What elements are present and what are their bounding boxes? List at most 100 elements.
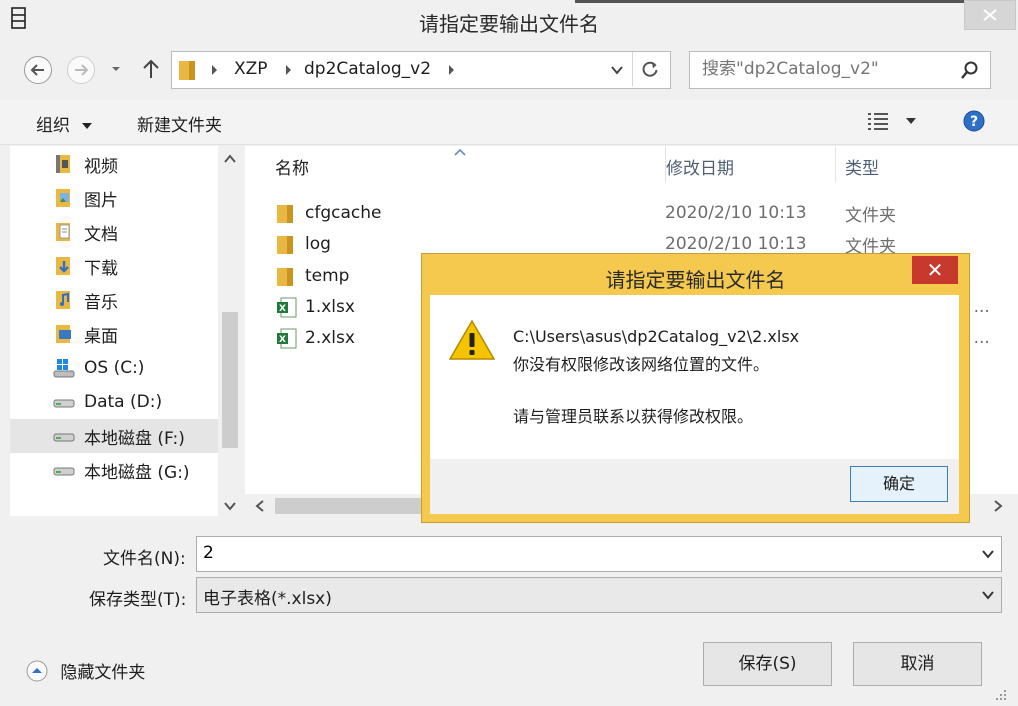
nav-item-music[interactable]: 音乐 bbox=[10, 283, 218, 317]
column-header-date[interactable]: 修改日期 bbox=[666, 154, 734, 179]
background-window-edge bbox=[575, 0, 1000, 3]
dialog-footer: 确定 bbox=[430, 459, 959, 514]
svg-text:?: ? bbox=[970, 114, 978, 130]
excel-file-icon: X bbox=[277, 297, 297, 318]
dialog-body: C:\Users\asus\dp2Catalog_v2\2.xlsx 你没有权限… bbox=[430, 295, 959, 459]
downloads-icon bbox=[56, 257, 70, 275]
organize-menu[interactable]: 组织 bbox=[36, 111, 93, 136]
file-name: log bbox=[305, 234, 331, 254]
excel-file-icon: X bbox=[277, 328, 297, 349]
scrollbar-thumb[interactable] bbox=[275, 498, 435, 514]
file-row[interactable]: cfgcache 2020/2/10 10:13 文件夹 bbox=[245, 198, 1018, 228]
save-button[interactable]: 保存(S) bbox=[703, 642, 832, 686]
cancel-button[interactable]: 取消 bbox=[853, 642, 982, 686]
window-close-button[interactable] bbox=[964, 0, 1016, 30]
file-date: 2020/2/10 10:13 bbox=[665, 234, 807, 254]
nav-item-label: Data (D:) bbox=[84, 392, 163, 412]
nav-item-videos[interactable]: 视频 bbox=[10, 147, 218, 181]
column-divider bbox=[835, 146, 836, 182]
folder-icon bbox=[177, 58, 199, 82]
ok-button[interactable]: 确定 bbox=[850, 466, 948, 502]
refresh-icon bbox=[642, 61, 658, 77]
nav-item-label: OS (C:) bbox=[84, 358, 145, 378]
file-type: 文件夹 bbox=[845, 205, 896, 226]
breadcrumb-segment[interactable]: dp2Catalog_v2 bbox=[304, 59, 431, 79]
nav-item-label: 文档 bbox=[84, 224, 118, 245]
breadcrumb-separator-icon bbox=[210, 64, 218, 76]
chevron-down-icon bbox=[611, 66, 623, 75]
arrow-up-icon bbox=[143, 59, 159, 78]
chevron-down-icon[interactable] bbox=[224, 501, 236, 511]
back-button[interactable] bbox=[24, 56, 52, 84]
chevron-down-icon bbox=[982, 591, 994, 600]
dialog-path: C:\Users\asus\dp2Catalog_v2\2.xlsx bbox=[513, 327, 800, 346]
arrow-left-icon bbox=[30, 64, 44, 76]
up-button[interactable] bbox=[140, 57, 162, 81]
breadcrumb-segment[interactable]: XZP bbox=[234, 59, 268, 79]
folder-icon bbox=[277, 236, 293, 254]
dialog-close-button[interactable]: ✕ bbox=[912, 256, 958, 284]
window-title: 请指定要输出文件名 bbox=[419, 12, 599, 36]
nav-item-label: 本地磁盘 (F:) bbox=[84, 428, 185, 449]
chevron-left-icon[interactable] bbox=[255, 500, 265, 512]
pictures-library-icon bbox=[56, 189, 70, 207]
address-bar[interactable]: XZP dp2Catalog_v2 bbox=[171, 51, 671, 89]
address-history-button[interactable] bbox=[610, 64, 624, 76]
column-header-name[interactable]: 名称 bbox=[275, 154, 309, 179]
file-name: temp bbox=[305, 266, 350, 286]
drive-icon bbox=[53, 399, 75, 408]
music-library-icon bbox=[56, 291, 70, 309]
file-date: 2020/2/10 10:13 bbox=[665, 203, 807, 223]
svg-text:X: X bbox=[279, 304, 286, 314]
organize-label: 组织 bbox=[36, 116, 70, 136]
nav-item-pictures[interactable]: 图片 bbox=[10, 181, 218, 215]
resize-grip-icon[interactable] bbox=[994, 688, 1008, 702]
nav-item-downloads[interactable]: 下载 bbox=[10, 249, 218, 283]
chevron-up-icon[interactable] bbox=[224, 154, 236, 164]
scrollbar-thumb[interactable] bbox=[222, 312, 238, 448]
desktop-icon bbox=[56, 325, 71, 343]
filetype-value: 电子表格(*.xlsx) bbox=[203, 589, 332, 609]
hide-folders-toggle[interactable]: 隐藏文件夹 bbox=[25, 658, 145, 683]
breadcrumb-separator-icon bbox=[284, 64, 292, 76]
nav-item-label: 音乐 bbox=[84, 292, 118, 313]
arrow-right-icon bbox=[75, 64, 89, 76]
help-icon: ? bbox=[963, 110, 985, 132]
nav-scrollbar[interactable] bbox=[218, 146, 242, 516]
forward-button[interactable] bbox=[67, 56, 95, 84]
chevron-down-icon bbox=[112, 67, 120, 71]
recent-locations-button[interactable] bbox=[110, 64, 122, 74]
chevron-down-icon bbox=[82, 123, 93, 129]
filetype-select[interactable]: 电子表格(*.xlsx) bbox=[196, 577, 1002, 613]
column-header-row bbox=[245, 146, 1018, 188]
filetype-label: 保存类型(T): bbox=[89, 590, 187, 610]
nav-item-drive-g[interactable]: 本地磁盘 (G:) bbox=[10, 453, 218, 487]
system-drive-icon bbox=[53, 359, 75, 378]
nav-item-documents[interactable]: 文档 bbox=[10, 215, 218, 249]
sort-ascending-icon bbox=[454, 148, 466, 156]
dialog-hint: 请与管理员联系以获得修改权限。 bbox=[513, 407, 754, 426]
warning-icon bbox=[448, 319, 496, 360]
nav-item-drive-f[interactable]: 本地磁盘 (F:) bbox=[10, 419, 218, 453]
search-icon[interactable] bbox=[960, 60, 980, 80]
divider bbox=[632, 52, 633, 86]
file-name: 1.xlsx bbox=[305, 297, 355, 317]
refresh-button[interactable] bbox=[640, 59, 660, 79]
breadcrumb-separator-icon bbox=[447, 64, 455, 76]
file-name: cfgcache bbox=[305, 203, 382, 223]
nav-item-drive-d[interactable]: Data (D:) bbox=[10, 385, 218, 419]
filename-input[interactable] bbox=[203, 543, 963, 563]
navigation-pane[interactable]: 视频 图片 文档 下载 音乐 桌面 OS (C:) Data (D:) 本地磁盘… bbox=[10, 146, 242, 516]
search-input[interactable] bbox=[702, 59, 952, 79]
close-icon bbox=[983, 9, 997, 21]
new-folder-button[interactable]: 新建文件夹 bbox=[137, 111, 222, 136]
nav-item-drive-c[interactable]: OS (C:) bbox=[10, 351, 218, 385]
nav-item-desktop[interactable]: 桌面 bbox=[10, 317, 218, 351]
chevron-up-circle-icon bbox=[26, 660, 48, 681]
help-button[interactable]: ? bbox=[963, 110, 985, 132]
nav-item-label: 视频 bbox=[84, 156, 118, 177]
column-header-type[interactable]: 类型 bbox=[845, 154, 879, 179]
chevron-down-icon[interactable] bbox=[981, 549, 995, 559]
chevron-right-icon[interactable] bbox=[993, 500, 1003, 512]
view-options-button[interactable] bbox=[866, 110, 922, 132]
